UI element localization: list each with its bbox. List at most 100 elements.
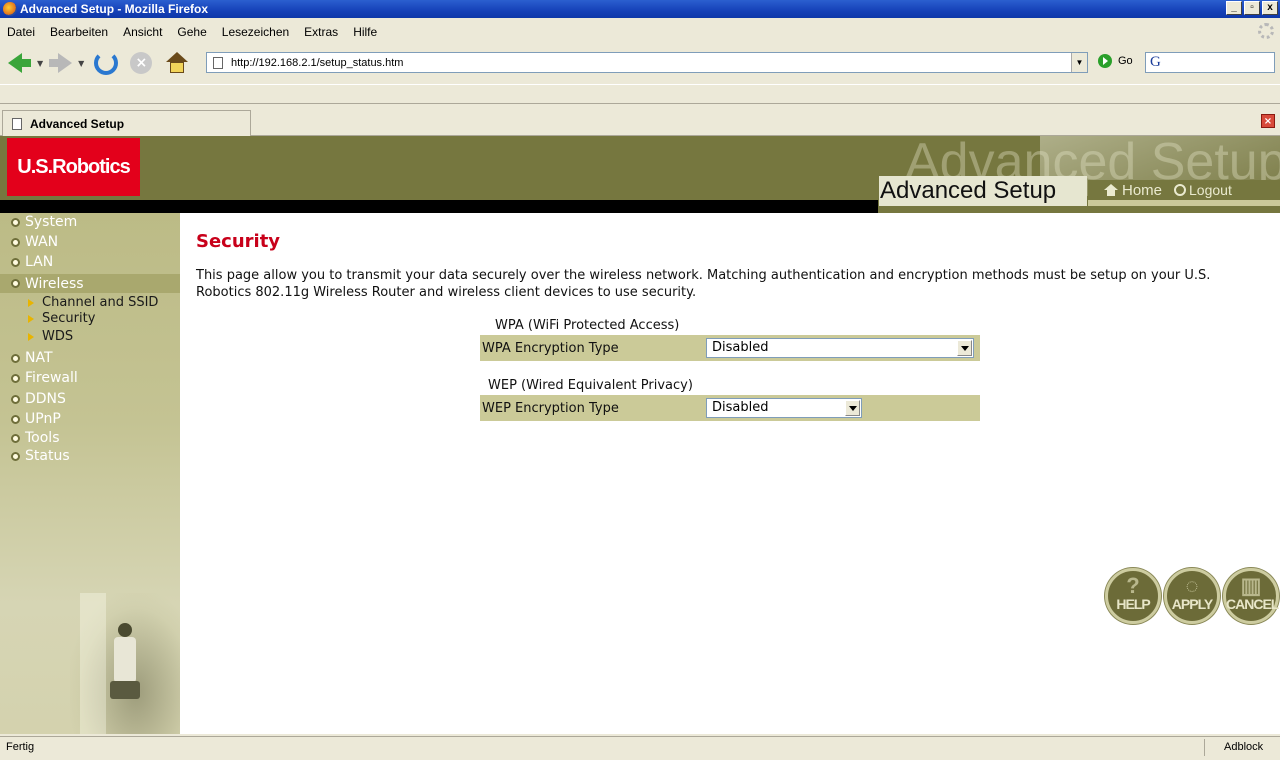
sidebar-item-system[interactable]: System [11, 214, 77, 230]
bullet-icon [11, 237, 20, 247]
wpa-encryption-value: Disabled [712, 340, 769, 355]
window-title-bar: Advanced Setup - Mozilla Firefox _ ▫ x [0, 0, 1280, 18]
stop-button[interactable]: × [130, 48, 153, 78]
sidebar-item-wan[interactable]: WAN [11, 234, 58, 250]
sidebar-subitem-channel-and-ssid[interactable]: Channel and SSID [28, 295, 158, 310]
go-label: Go [1118, 55, 1133, 67]
home-link[interactable]: Home [1122, 182, 1162, 199]
wpa-encryption-select[interactable]: Disabled [706, 338, 974, 358]
home-button[interactable] [166, 48, 189, 78]
url-bar[interactable]: http://192.168.2.1/setup_status.htm ▼ [206, 52, 1088, 73]
sidebar-subitem-security[interactable]: Security [28, 311, 95, 326]
apply-button[interactable]: ◌ APPLY [1164, 568, 1220, 624]
close-tab-icon[interactable]: × [1261, 114, 1275, 128]
logout-link[interactable]: Logout [1189, 182, 1232, 198]
status-separator [1204, 739, 1205, 756]
triangle-bullet-icon [28, 314, 34, 323]
sidebar-subitem-label: Channel and SSID [42, 295, 159, 310]
bullet-icon [11, 257, 20, 267]
triangle-bullet-icon [28, 298, 34, 307]
back-history-dropdown-icon[interactable]: ▼ [37, 59, 43, 68]
sidebar-item-wireless[interactable]: Wireless [0, 274, 180, 293]
tab-advanced-setup[interactable]: Advanced Setup [2, 110, 251, 136]
go-icon [1098, 54, 1112, 68]
sidebar-subitem-label: WDS [42, 329, 74, 344]
sidebar-item-label: NAT [25, 350, 53, 366]
bullet-icon [11, 373, 20, 383]
menu-hilfe[interactable]: Hilfe [346, 25, 385, 39]
maximize-button[interactable]: ▫ [1244, 1, 1260, 15]
minimize-button[interactable]: _ [1226, 1, 1242, 15]
stop-icon: × [130, 52, 153, 74]
menu-lesezeichen[interactable]: Lesezeichen [215, 25, 297, 39]
sidebar-item-label: WAN [25, 234, 59, 250]
home-link-icon [1104, 184, 1118, 196]
bullet-icon [11, 394, 20, 404]
bullet-icon [11, 353, 20, 363]
go-button[interactable]: Go [1098, 54, 1133, 68]
sidebar-subitem-wds[interactable]: WDS [28, 329, 73, 344]
cancel-button[interactable]: ▥ CANCEL [1223, 568, 1279, 624]
page-content: Advanced Setup U.S.Robotics Advanced Set… [0, 136, 1280, 734]
tab-page-icon [12, 117, 22, 130]
menu-ansicht[interactable]: Ansicht [116, 25, 170, 39]
window-title: Advanced Setup - Mozilla Firefox [20, 2, 209, 16]
header-links: Home Logout [1088, 180, 1280, 206]
menu-extras[interactable]: Extras [297, 25, 346, 39]
firefox-icon [3, 2, 17, 16]
search-box[interactable]: G [1145, 52, 1275, 73]
sidebar-item-label: Firewall [25, 370, 78, 386]
forward-button[interactable] [49, 48, 73, 78]
reload-button[interactable] [94, 48, 119, 78]
sidebar: System WAN LAN Wireless Channel and SSID… [0, 213, 180, 734]
adblock-button[interactable]: Adblock [1224, 741, 1263, 753]
sidebar-item-label: LAN [25, 254, 54, 270]
status-bar: Fertig Adblock [0, 736, 1280, 758]
bullet-icon [11, 414, 20, 424]
wep-section-heading: WEP (Wired Equivalent Privacy) [488, 378, 693, 393]
dropdown-arrow-icon[interactable] [845, 400, 860, 416]
back-button[interactable] [0, 48, 31, 78]
sidebar-item-label: Status [25, 448, 70, 464]
back-arrow-icon [8, 53, 22, 73]
sidebar-item-ddns[interactable]: DDNS [11, 391, 66, 407]
menu-bar: Datei Bearbeiten Ansicht Gehe Lesezeiche… [0, 22, 1280, 42]
help-button-label: HELP [1116, 596, 1150, 612]
sidebar-item-nat[interactable]: NAT [11, 350, 53, 366]
main-panel: Security This page allow you to transmit… [196, 213, 1280, 734]
bullet-icon [11, 279, 20, 288]
menu-gehe[interactable]: Gehe [170, 25, 214, 39]
sidebar-item-label: Tools [25, 430, 60, 446]
wpa-encryption-row: WPA Encryption Type Disabled [480, 335, 980, 361]
apply-button-label: APPLY [1171, 596, 1213, 612]
home-icon [166, 52, 189, 74]
menu-datei[interactable]: Datei [0, 25, 43, 39]
forward-history-dropdown-icon[interactable]: ▼ [78, 59, 84, 68]
reload-icon [94, 51, 119, 75]
sidebar-item-tools[interactable]: Tools [11, 430, 60, 446]
url-text[interactable]: http://192.168.2.1/setup_status.htm [231, 57, 403, 69]
usrobotics-logo: U.S.Robotics [7, 138, 140, 196]
dropdown-arrow-icon[interactable] [957, 340, 972, 356]
sidebar-item-upnp[interactable]: UPnP [11, 411, 61, 427]
sidebar-item-status[interactable]: Status [11, 448, 70, 464]
url-history-dropdown-icon[interactable]: ▼ [1071, 53, 1087, 72]
status-text: Fertig [6, 741, 35, 753]
sidebar-subitem-label: Security [42, 311, 96, 326]
sidebar-item-lan[interactable]: LAN [11, 254, 53, 270]
wpa-section-heading: WPA (WiFi Protected Access) [495, 318, 680, 333]
page-title: Security [196, 231, 281, 252]
menu-bearbeiten[interactable]: Bearbeiten [43, 25, 116, 39]
header-banner: Advanced Setup U.S.Robotics Advanced Set… [0, 136, 1280, 213]
tab-title: Advanced Setup [30, 116, 125, 131]
cancel-button-label: CANCEL [1226, 596, 1279, 612]
header-black-bar [0, 200, 878, 213]
page-description: This page allow you to transmit your dat… [196, 268, 1211, 300]
sidebar-item-firewall[interactable]: Firewall [11, 370, 78, 386]
bullet-icon [11, 433, 20, 443]
page-icon [213, 56, 223, 69]
close-window-button[interactable]: x [1262, 1, 1278, 15]
bullet-icon [11, 451, 20, 461]
wep-encryption-select[interactable]: Disabled [706, 398, 862, 418]
help-button[interactable]: ? HELP [1105, 568, 1161, 624]
